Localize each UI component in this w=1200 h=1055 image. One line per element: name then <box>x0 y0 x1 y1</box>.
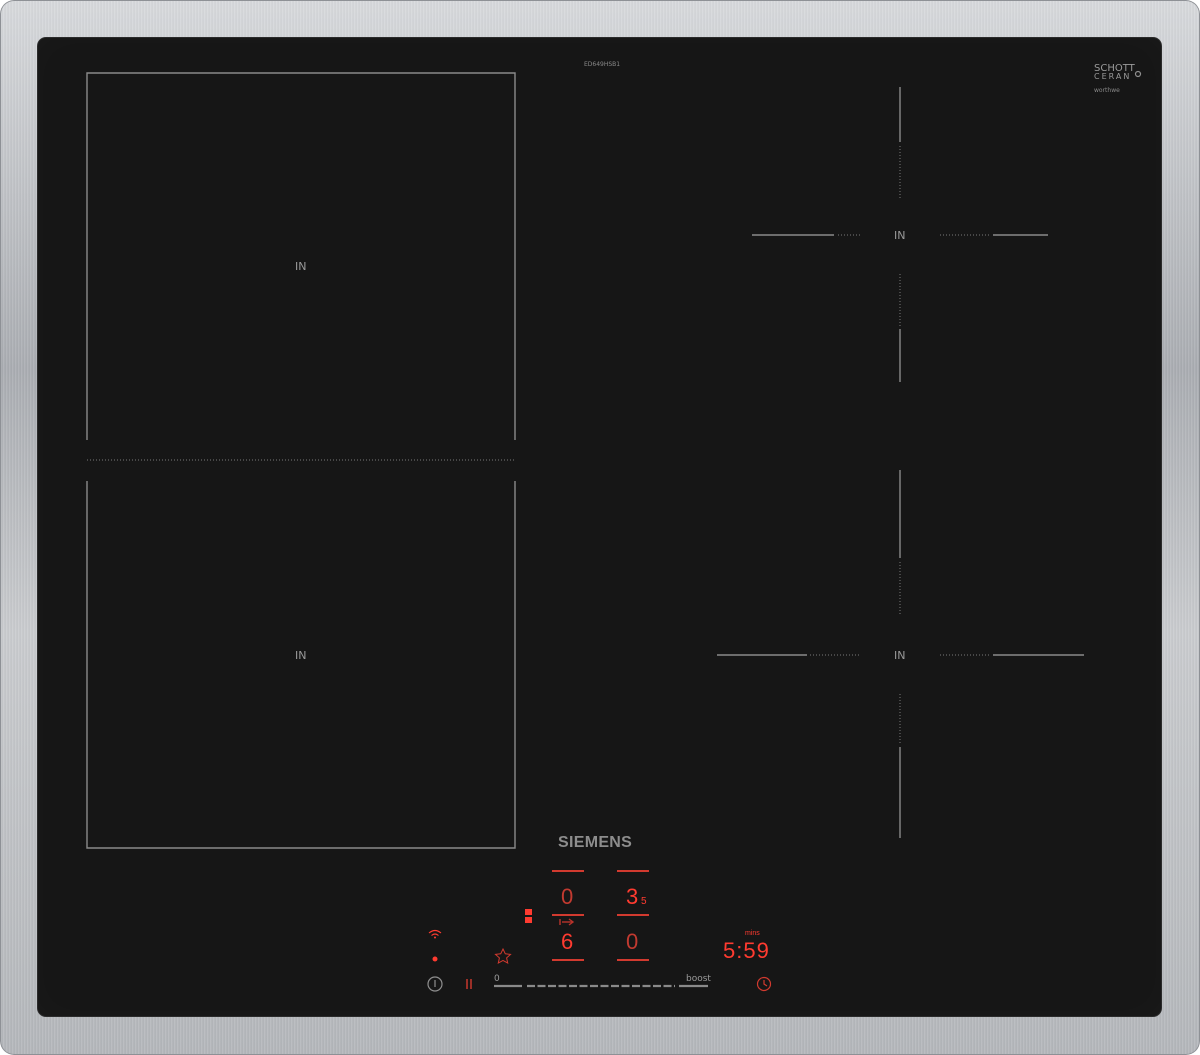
zone-left-top-label: IN <box>295 260 306 273</box>
brand-logo: SIEMENS <box>558 834 632 851</box>
zone-left-bottom-outline <box>86 481 516 849</box>
zone-right-top: IN <box>752 87 1048 382</box>
slider-min-label: 0 <box>494 974 500 984</box>
zone-b-power-decimal: 5 <box>641 896 647 907</box>
zone-a-power-level[interactable]: 0 <box>561 884 573 909</box>
flex-zone-icon[interactable] <box>525 909 532 923</box>
standby-dot-icon <box>432 956 438 962</box>
zone-right-top-label: IN <box>894 229 905 242</box>
wifi-icon[interactable] <box>428 929 442 939</box>
zone-left-top-outline <box>86 72 516 440</box>
schott-logo-tagline: worthwe <box>1094 87 1120 94</box>
zone-b-power-level[interactable]: 3 <box>626 884 638 909</box>
zone-right-bottom-label: IN <box>894 649 905 662</box>
timer-clock-icon[interactable] <box>756 976 772 992</box>
power-level-slider[interactable]: 0 boost <box>494 974 711 988</box>
favourite-star-icon[interactable] <box>494 947 512 964</box>
flex-zone-left: IN IN <box>86 72 516 849</box>
slider-max-label: boost <box>686 974 711 984</box>
timer-value: 5:59 <box>723 938 770 963</box>
registered-mark-icon <box>1134 70 1142 78</box>
stainless-steel-frame: ED649HSB1 SCHOTT CERAN worthwe IN IN IN … <box>0 0 1200 1055</box>
model-code: ED649HSB1 <box>584 61 620 68</box>
power-icon[interactable] <box>427 976 443 992</box>
pause-icon[interactable] <box>466 979 472 989</box>
zone-c-power-level[interactable]: 6 <box>561 929 573 954</box>
zone-left-bottom-label: IN <box>295 649 306 662</box>
schott-logo-line2: CERAN <box>1094 72 1131 81</box>
timer-unit-label: mins <box>745 930 760 937</box>
zone-right-bottom: IN <box>717 470 1084 838</box>
ceramic-glass-cooktop: ED649HSB1 SCHOTT CERAN worthwe IN IN IN … <box>38 38 1161 1016</box>
timer-display[interactable]: mins 5:59 <box>723 930 770 963</box>
zone-d-power-level[interactable]: 0 <box>626 929 638 954</box>
zone-display-grid: 0 3 5 6 0 <box>525 870 649 961</box>
transfer-arrow-icon <box>559 918 575 926</box>
